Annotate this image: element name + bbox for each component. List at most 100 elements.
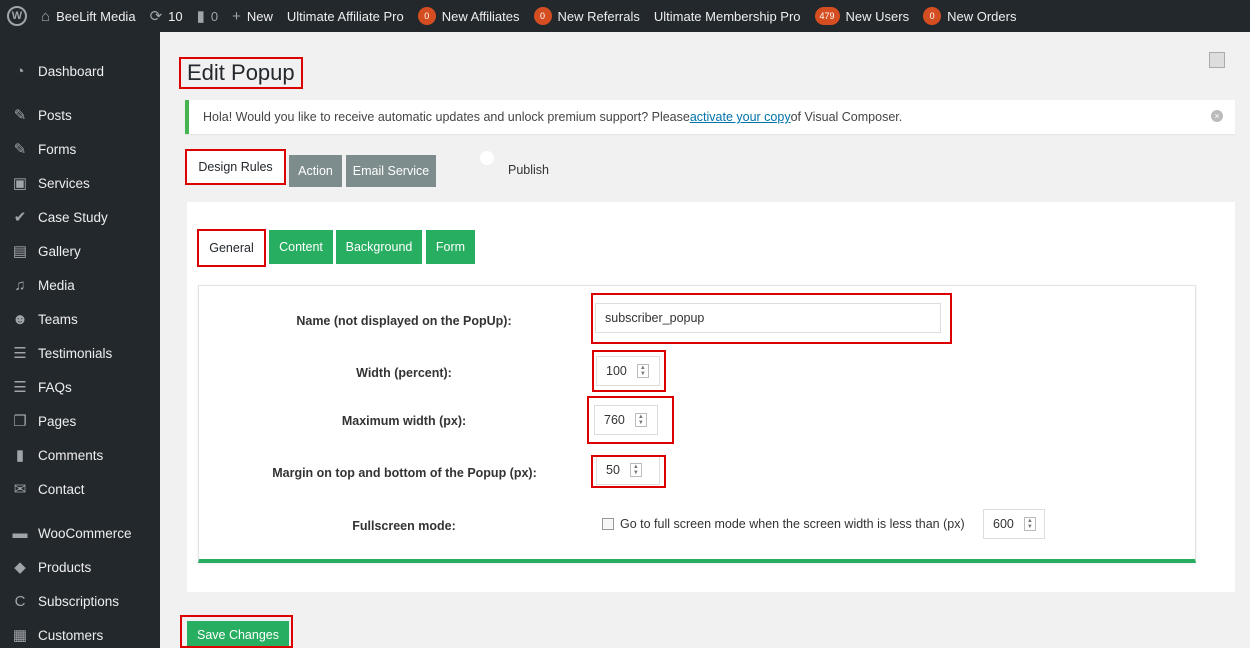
fullscreen-width-input[interactable]: 600 ▲ ▼: [983, 509, 1045, 539]
tab-design-rules[interactable]: Design Rules: [185, 149, 286, 185]
margin-label: Margin on top and bottom of the Popup (p…: [272, 466, 537, 480]
admin-sidebar: ◔ Dashboard ✎ Posts ✎ Forms ▣ Services ✔ Case…: [0, 32, 160, 648]
wordpress-logo-item[interactable]: W: [0, 0, 34, 32]
count-badge: 0: [417, 7, 436, 25]
sidebar-item-teams[interactable]: ☻ Teams: [0, 302, 160, 336]
adminbar-item-label: New Referrals: [557, 8, 640, 24]
tab-background[interactable]: Background: [336, 230, 422, 264]
sidebar-item-label: WooCommerce: [38, 525, 132, 541]
groups-icon: ☻: [12, 310, 28, 328]
comments-item[interactable]: ▮ 0: [190, 0, 226, 32]
id-card-icon: ▦: [12, 627, 28, 644]
count-badge: 479: [814, 7, 840, 25]
tab-content[interactable]: Content: [269, 230, 333, 264]
count-badge: 0: [533, 7, 552, 25]
sidebar-item-products[interactable]: ◆ Products: [0, 550, 160, 584]
updates-item[interactable]: ⟳ 10: [143, 0, 190, 32]
dismiss-icon[interactable]: ×: [1211, 110, 1223, 122]
activate-link[interactable]: activate your copy: [690, 110, 791, 124]
refresh-icon: C: [14, 592, 26, 610]
adminbar-item-label: New Orders: [947, 8, 1017, 24]
adminbar-item-new-users[interactable]: 479 New Users: [808, 0, 917, 32]
adminbar-item-ultimate-membership-pro[interactable]: Ultimate Membership Pro: [647, 0, 808, 32]
woo-icon: ▬: [12, 524, 28, 542]
sidebar-item-label: Pages: [38, 413, 77, 429]
new-content-item[interactable]: + New: [225, 0, 280, 32]
media-icon: ♫: [14, 276, 26, 294]
tab-form[interactable]: Form: [426, 230, 475, 264]
sidebar-item-subscriptions[interactable]: C Subscriptions: [0, 584, 160, 618]
wrench-icon: ✔: [13, 209, 27, 226]
sidebar-item-services[interactable]: ▣ Services: [0, 166, 160, 200]
sidebar-item-pages[interactable]: ❐ Pages: [0, 404, 160, 438]
site-name-item[interactable]: ⌂ BeeLift Media: [34, 0, 143, 32]
wordpress-logo-icon: W: [7, 6, 27, 26]
sidebar-item-label: Customers: [38, 627, 104, 643]
site-name: BeeLift Media: [56, 8, 136, 24]
sidebar-item-woocommerce[interactable]: ▬ WooCommerce: [0, 516, 160, 550]
sidebar-item-comments[interactable]: ▮ Comments: [0, 438, 160, 472]
sidebar-item-label: Comments: [38, 447, 104, 463]
admin-bar: W ⌂ BeeLift Media ⟳ 10 ▮ 0 + New Ultimat…: [0, 0, 1250, 32]
sidebar-item-contact[interactable]: ✉ Contact: [0, 472, 160, 506]
comment-icon: ▮: [15, 447, 25, 464]
testimonial-icon: ☰: [13, 345, 27, 362]
sidebar-item-customers[interactable]: ▦ Customers: [0, 618, 160, 648]
sidebar-item-faqs[interactable]: ☰ FAQs: [0, 370, 160, 404]
tab-general[interactable]: General: [197, 229, 266, 267]
sidebar-item-dashboard[interactable]: ◔ Dashboard: [0, 54, 160, 88]
sidebar-item-label: Subscriptions: [38, 593, 120, 609]
sidebar-item-label: Testimonials: [38, 345, 113, 361]
sidebar-item-case-study[interactable]: ✔ Case Study: [0, 200, 160, 234]
notice-text-before: Hola! Would you like to receive automati…: [203, 110, 690, 124]
sidebar-item-label: Services: [38, 175, 90, 191]
fullscreen-checkbox[interactable]: [602, 518, 614, 530]
comments-count: 0: [210, 8, 219, 24]
adminbar-item-label: New Affiliates: [441, 8, 520, 24]
sidebar-item-label: Products: [38, 559, 92, 575]
highlight-box: [592, 350, 666, 392]
publish-label: Publish: [508, 163, 549, 177]
box-icon: ◆: [14, 559, 26, 576]
page-title: Edit Popup: [179, 57, 303, 89]
adminbar-item-new-orders[interactable]: 0 New Orders: [916, 0, 1023, 32]
sidebar-item-label: FAQs: [38, 379, 72, 395]
tab-email-service[interactable]: Email Service: [346, 155, 436, 187]
highlight-box: [591, 455, 666, 488]
sidebar-item-gallery[interactable]: ▤ Gallery: [0, 234, 160, 268]
screen-options-icon[interactable]: [1209, 52, 1225, 68]
testimonial-icon: ☰: [13, 379, 27, 396]
sidebar-item-testimonials[interactable]: ☰ Testimonials: [0, 336, 160, 370]
envelope-icon: ✉: [13, 481, 27, 498]
sidebar-item-forms[interactable]: ✎ Forms: [0, 132, 160, 166]
plus-icon: +: [232, 7, 241, 25]
sidebar-item-label: Case Study: [38, 209, 108, 225]
home-icon: ⌂: [41, 7, 51, 25]
sidebar-item-label: Teams: [38, 311, 78, 327]
count-badge: 0: [923, 7, 942, 25]
new-label: New: [246, 8, 273, 24]
highlight-box: [587, 396, 674, 444]
sidebar-item-posts[interactable]: ✎ Posts: [0, 98, 160, 132]
spinner-icon[interactable]: ▲ ▼: [1023, 517, 1036, 531]
adminbar-item-new-affiliates[interactable]: 0 New Affiliates: [411, 0, 527, 32]
sidebar-item-media[interactable]: ♫ Media: [0, 268, 160, 302]
gallery-icon: ▤: [12, 243, 28, 260]
sidebar-item-label: Forms: [38, 141, 77, 157]
pin-icon: ✎: [13, 141, 27, 158]
updates-count: 10: [168, 8, 183, 24]
adminbar-item-ultimate-affiliate-pro[interactable]: Ultimate Affiliate Pro: [280, 0, 411, 32]
notice-text-after: of Visual Composer.: [790, 110, 903, 124]
highlight-box: [591, 293, 952, 344]
adminbar-item-new-referrals[interactable]: 0 New Referrals: [527, 0, 647, 32]
adminbar-item-label: Ultimate Affiliate Pro: [286, 8, 404, 24]
tab-action[interactable]: Action: [289, 155, 342, 187]
width-label: Width (percent):: [356, 366, 452, 380]
refresh-icon: ⟳: [149, 7, 163, 25]
briefcase-icon: ▣: [12, 175, 28, 192]
pin-icon: ✎: [13, 107, 27, 124]
dashboard-icon: ◔: [15, 62, 25, 80]
max-width-label: Maximum width (px):: [341, 414, 467, 428]
fullscreen-label: Fullscreen mode:: [352, 519, 456, 533]
publish-toggle[interactable]: [480, 151, 494, 165]
